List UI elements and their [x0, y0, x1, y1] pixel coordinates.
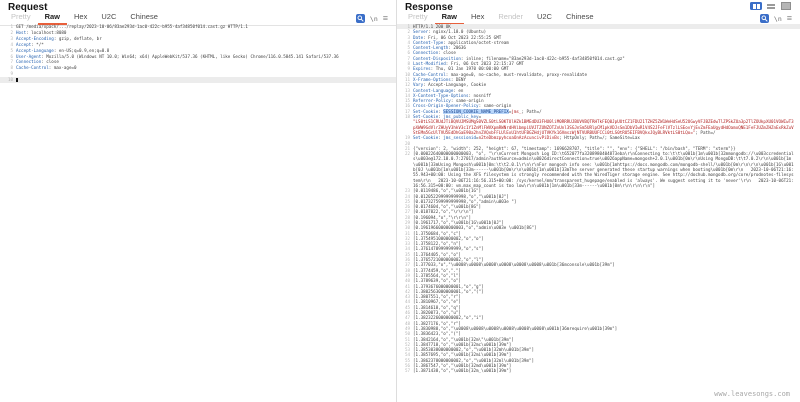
response-code[interactable]: 1HTTP/1.1 200 OK2Server: nginx/1.18.0 (U… [397, 24, 800, 402]
request-panel: Request PrettyRawHexU2CChinese \n ≡ 1GET… [0, 0, 397, 402]
text-caret [16, 78, 18, 83]
layout-side-by-side-button[interactable] [750, 2, 762, 10]
newline-toggle[interactable]: \n [370, 15, 378, 23]
request-code[interactable]: 1GET /media/xpack/.../replay/2023-10-06/… [0, 24, 396, 402]
newline-toggle[interactable]: \n [774, 15, 782, 23]
code-line[interactable]: 18Set-Cookie: jms_public_key= "LS0tLS1CR… [397, 114, 800, 135]
message-editor: Request PrettyRawHexU2CChinese \n ≡ 1GET… [0, 0, 800, 402]
code-line[interactable]: 10 [0, 77, 396, 83]
line-content: [1.3871438,"o","\u001b[32m_\u001b[39m"] [413, 368, 800, 373]
line-number: 18 [397, 114, 413, 135]
menu-icon[interactable]: ≡ [787, 14, 792, 23]
code-line[interactable]: 57[1.3871438,"o","\u001b[32m_\u001b[39m"… [397, 368, 800, 373]
search-icon[interactable] [356, 14, 365, 23]
layout-single-button[interactable] [780, 2, 792, 10]
line-content: [0.00022640000000000003, "o", "\r\nCurre… [413, 151, 800, 188]
line-number: 10 [0, 77, 16, 83]
response-editor-tools: \n ≡ [760, 14, 792, 23]
line-number: 22 [397, 151, 413, 188]
layout-switcher [750, 2, 792, 10]
request-editor-tools: \n ≡ [356, 14, 388, 23]
line-content [16, 77, 396, 83]
code-line[interactable]: 22[0.00022640000000000003, "o", "\r\nCur… [397, 151, 800, 188]
layout-stacked-button[interactable] [765, 2, 777, 10]
line-content: Set-Cookie: jms_public_key= "LS0tLS1CRUd… [413, 114, 800, 135]
menu-icon[interactable]: ≡ [383, 14, 388, 23]
response-panel: Response PrettyRawHexRenderU2CChinese \n… [397, 0, 800, 402]
line-number: 57 [397, 368, 413, 373]
search-icon[interactable] [760, 14, 769, 23]
watermark: www.leavesongs.com [714, 390, 790, 398]
